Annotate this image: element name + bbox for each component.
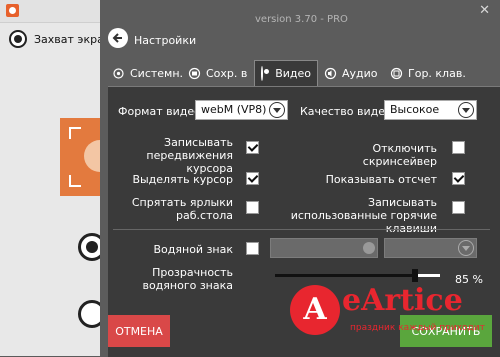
watermark-opacity-label: Прозрачность водяного знака <box>142 266 233 292</box>
disable-screensaver-checkbox[interactable] <box>452 141 465 154</box>
slider-thumb[interactable] <box>412 269 419 282</box>
tab-system-label: Системн. <box>130 66 184 80</box>
back-button[interactable] <box>108 28 128 48</box>
tab-save-to-label: Сохр. в <box>206 66 248 80</box>
watermark-label: Водяной знак <box>153 243 234 256</box>
video-format-value: webM (VP8) <box>201 103 267 116</box>
hide-desktop-icons-checkbox[interactable] <box>246 201 259 214</box>
highlight-cursor-checkbox[interactable] <box>246 172 259 185</box>
hide-desktop-icons-label: Спрятать ярлыки раб.стола <box>131 196 233 222</box>
tab-save-to[interactable]: Сохр. в <box>188 60 247 86</box>
record-hotkeys-checkbox[interactable] <box>452 201 465 214</box>
folder-icon <box>188 67 201 80</box>
speaker-icon <box>324 67 337 80</box>
background-app-window: Захват экрана <box>0 0 118 356</box>
tab-video[interactable]: Видео <box>254 60 318 86</box>
slider-fill <box>275 274 416 277</box>
cancel-button[interactable]: ОТМЕНА <box>108 315 170 347</box>
keyboard-icon <box>390 67 403 80</box>
chevron-down-icon <box>269 102 285 118</box>
video-quality-select[interactable]: Высокое <box>384 100 477 120</box>
record-cursor-checkbox[interactable] <box>246 141 259 154</box>
watermark-opacity-value: 85 % <box>455 273 483 286</box>
disable-screensaver-label: Отключить скринсейвер <box>362 142 437 168</box>
video-format-label: Формат видео <box>118 105 201 118</box>
screen-capture-radio[interactable] <box>9 30 27 48</box>
highlight-cursor-label: Выделять курсор <box>132 173 233 186</box>
save-button[interactable]: СОХРАНИТЬ <box>400 315 492 347</box>
tab-hotkeys-label: Гор. клав. <box>408 66 466 80</box>
frame-corner-icon <box>69 127 81 139</box>
tab-audio-label: Аудио <box>342 66 378 80</box>
video-format-select[interactable]: webM (VP8) <box>195 100 288 120</box>
folder-icon <box>363 242 375 254</box>
watermark-opacity-slider[interactable] <box>275 269 440 282</box>
version-label: version 3.70 - PRO <box>255 14 348 25</box>
show-countdown-label: Показывать отсчет <box>325 173 437 186</box>
video-quality-label: Качество видео <box>300 105 392 118</box>
video-quality-value: Высокое <box>390 103 440 116</box>
record-icon <box>261 66 270 81</box>
arrow-left-icon <box>112 33 122 43</box>
watermark-position-select[interactable] <box>384 238 477 258</box>
tab-system[interactable]: Системн. <box>112 60 183 86</box>
chevron-down-icon <box>458 102 474 118</box>
show-countdown-checkbox[interactable] <box>452 172 465 185</box>
gear-icon <box>112 67 125 80</box>
close-button[interactable]: ✕ <box>479 3 490 18</box>
frame-corner-icon <box>69 175 81 187</box>
record-cursor-label: Записывать передвижения курсора <box>146 136 233 175</box>
chevron-down-icon <box>458 240 474 256</box>
watermark-checkbox[interactable] <box>246 242 259 255</box>
tab-video-label: Видео <box>275 67 311 80</box>
background-titlebar <box>0 0 112 23</box>
settings-title: Настройки <box>134 34 197 47</box>
watermark-file-field[interactable] <box>270 238 378 258</box>
tab-audio[interactable]: Аудио <box>324 60 378 86</box>
app-logo-icon <box>6 4 19 17</box>
section-divider <box>113 229 490 230</box>
tab-hotkeys[interactable]: Гор. клав. <box>390 60 466 86</box>
settings-tabs: Системн. Сохр. в Видео Аудио Гор. клав. <box>108 60 498 86</box>
